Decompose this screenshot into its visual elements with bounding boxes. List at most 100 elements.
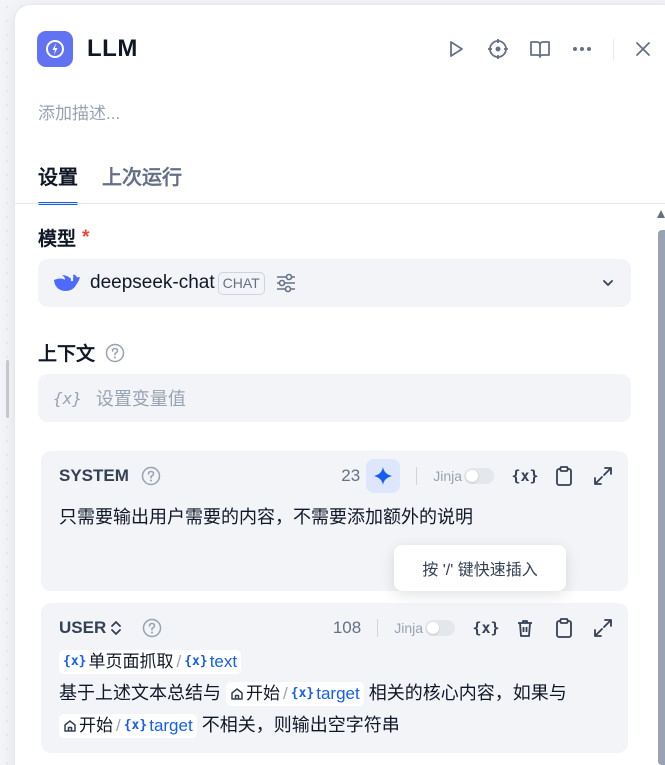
system-prompt-editor[interactable]: 只需要输出用户需要的内容，不需要添加额外的说明 — [59, 501, 610, 533]
context-label-text: 上下文 — [38, 344, 96, 365]
context-placeholder: 设置变量值 — [95, 389, 186, 409]
variable-icon: {x} — [184, 654, 208, 670]
toolbar-divider — [416, 467, 418, 485]
context-label: 上下文 — [38, 339, 125, 366]
jinja-toggle[interactable]: Jinja — [433, 468, 494, 484]
deepseek-whale-icon — [54, 274, 80, 291]
variable-icon: {x} — [472, 619, 500, 637]
user-prompt-toolbar: 108 Jinja {x} — [333, 613, 618, 643]
variable-chip[interactable]: {x} 单页面抓取 / {x} text — [59, 650, 242, 675]
system-prompt-toolbar: 23 Jinja {x} — [341, 459, 618, 493]
chip-var-name: target — [149, 716, 193, 736]
tab-bar: 设置 上次运行 — [38, 157, 665, 205]
tab-last-run[interactable]: 上次运行 — [102, 157, 182, 205]
sliders-icon — [276, 273, 295, 293]
book-open-icon — [530, 41, 550, 58]
expand-button[interactable] — [588, 461, 618, 491]
system-prompt-help[interactable] — [141, 466, 161, 486]
character-count: 108 — [332, 618, 362, 637]
tab-settings[interactable]: 设置 — [38, 157, 78, 205]
model-dropdown-toggle[interactable] — [601, 276, 615, 290]
variable-icon: {x} — [511, 467, 539, 485]
copy-button[interactable] — [549, 613, 579, 643]
chip-node-name: 开始 — [246, 684, 281, 704]
header-divider — [613, 39, 614, 59]
panel-header: LLM — [37, 29, 665, 69]
jinja-switch[interactable] — [425, 620, 455, 636]
help-circle-icon — [141, 466, 161, 486]
model-selector[interactable]: deepseek-chat CHAT — [38, 259, 631, 307]
user-prompt-role[interactable]: USER — [59, 618, 106, 638]
jinja-switch[interactable] — [464, 468, 494, 484]
copy-button[interactable] — [549, 461, 579, 491]
expand-button[interactable] — [588, 613, 618, 643]
help-circle-icon — [142, 618, 162, 638]
chip-node-name: 开始 — [79, 716, 113, 736]
insert-shortcut-tooltip: 按 '/' 键快速插入 — [394, 545, 566, 591]
user-prompt-help[interactable] — [142, 618, 162, 638]
chip-separator: / — [116, 716, 121, 736]
llm-node-icon — [37, 31, 73, 67]
resize-handle[interactable] — [6, 360, 9, 418]
clipboard-icon — [556, 466, 572, 486]
run-button[interactable] — [435, 29, 477, 69]
model-name: deepseek-chat — [90, 272, 215, 293]
locate-button[interactable] — [477, 29, 519, 69]
chevron-down-icon — [603, 280, 613, 286]
expand-icon — [594, 619, 612, 637]
variable-chip[interactable]: 开始 / {x} target — [59, 714, 197, 739]
variable-chip[interactable]: 开始 / {x} target — [226, 682, 364, 707]
context-help[interactable] — [105, 343, 125, 363]
jinja-label: Jinja — [433, 468, 462, 484]
model-mode-badge: CHAT — [217, 271, 265, 295]
chevron-up-down-icon — [111, 621, 122, 635]
user-prompt-editor[interactable]: {x} 单页面抓取 / {x} text 基于上述文本总结与 开始 / {x} … — [59, 645, 610, 741]
prompt-text: 不相关，则输出空字符串 — [201, 715, 400, 735]
prompt-text: 基于上述文本总结与 — [59, 683, 221, 703]
sparkle-icon — [374, 467, 393, 485]
scrollbar[interactable] — [658, 230, 665, 765]
model-label-text: 模型 — [38, 229, 77, 250]
home-icon — [230, 687, 244, 701]
insert-variable-button[interactable]: {x} — [510, 461, 540, 491]
insert-variable-button[interactable]: {x} — [471, 613, 501, 643]
variable-icon: {x} — [53, 388, 82, 408]
system-prompt-header: SYSTEM 23 Jinja {x} — [59, 459, 618, 493]
node-title[interactable]: LLM — [87, 35, 138, 63]
variable-icon: {x} — [123, 718, 148, 734]
role-switch[interactable] — [110, 620, 122, 636]
clipboard-icon — [556, 618, 572, 638]
settings-content: 模型 * deepseek-chat CHAT 上下文 {x} 设置变量值 SY… — [15, 204, 665, 765]
model-params-button[interactable] — [275, 272, 297, 294]
generate-prompt-button[interactable] — [366, 459, 401, 493]
trash-icon — [518, 620, 532, 637]
required-mark: * — [82, 226, 90, 248]
description-input[interactable]: 添加描述... — [38, 99, 120, 124]
scroll-up-arrow[interactable] — [657, 210, 665, 218]
character-count: 23 — [341, 466, 361, 485]
system-prompt-title: SYSTEM — [59, 466, 129, 485]
chip-var-name: target — [316, 684, 360, 704]
header-actions — [435, 29, 658, 69]
prompt-line-2: 基于上述文本总结与 开始 / {x} target 相关的核心内容，如果与 — [59, 677, 610, 709]
chip-separator: / — [283, 684, 288, 704]
play-icon — [450, 41, 463, 57]
variable-icon: {x} — [290, 686, 315, 702]
prompt-line-3: 开始 / {x} target 不相关，则输出空字符串 — [59, 709, 610, 741]
delete-button[interactable] — [510, 613, 540, 643]
close-button[interactable] — [628, 29, 658, 69]
node-panel: LLM 添加描述... 设置 上次运行 模型 * deepseek-chat C… — [14, 4, 665, 765]
toolbar-divider — [377, 619, 379, 637]
jinja-toggle[interactable]: Jinja — [394, 620, 455, 636]
close-icon — [636, 42, 650, 56]
help-circle-icon — [105, 343, 125, 362]
crosshair-icon — [488, 39, 508, 59]
context-variable-input[interactable]: {x} 设置变量值 — [38, 374, 631, 422]
chip-var-name: text — [209, 652, 238, 672]
jinja-label: Jinja — [394, 620, 423, 636]
expand-icon — [594, 467, 612, 485]
docs-button[interactable] — [519, 29, 561, 69]
user-prompt-card: USER 108 Jinja {x} {x} 单页面抓取 / {x} text … — [41, 603, 628, 753]
more-button[interactable] — [561, 29, 603, 69]
prompt-line-1: {x} 单页面抓取 / {x} text — [59, 645, 610, 677]
